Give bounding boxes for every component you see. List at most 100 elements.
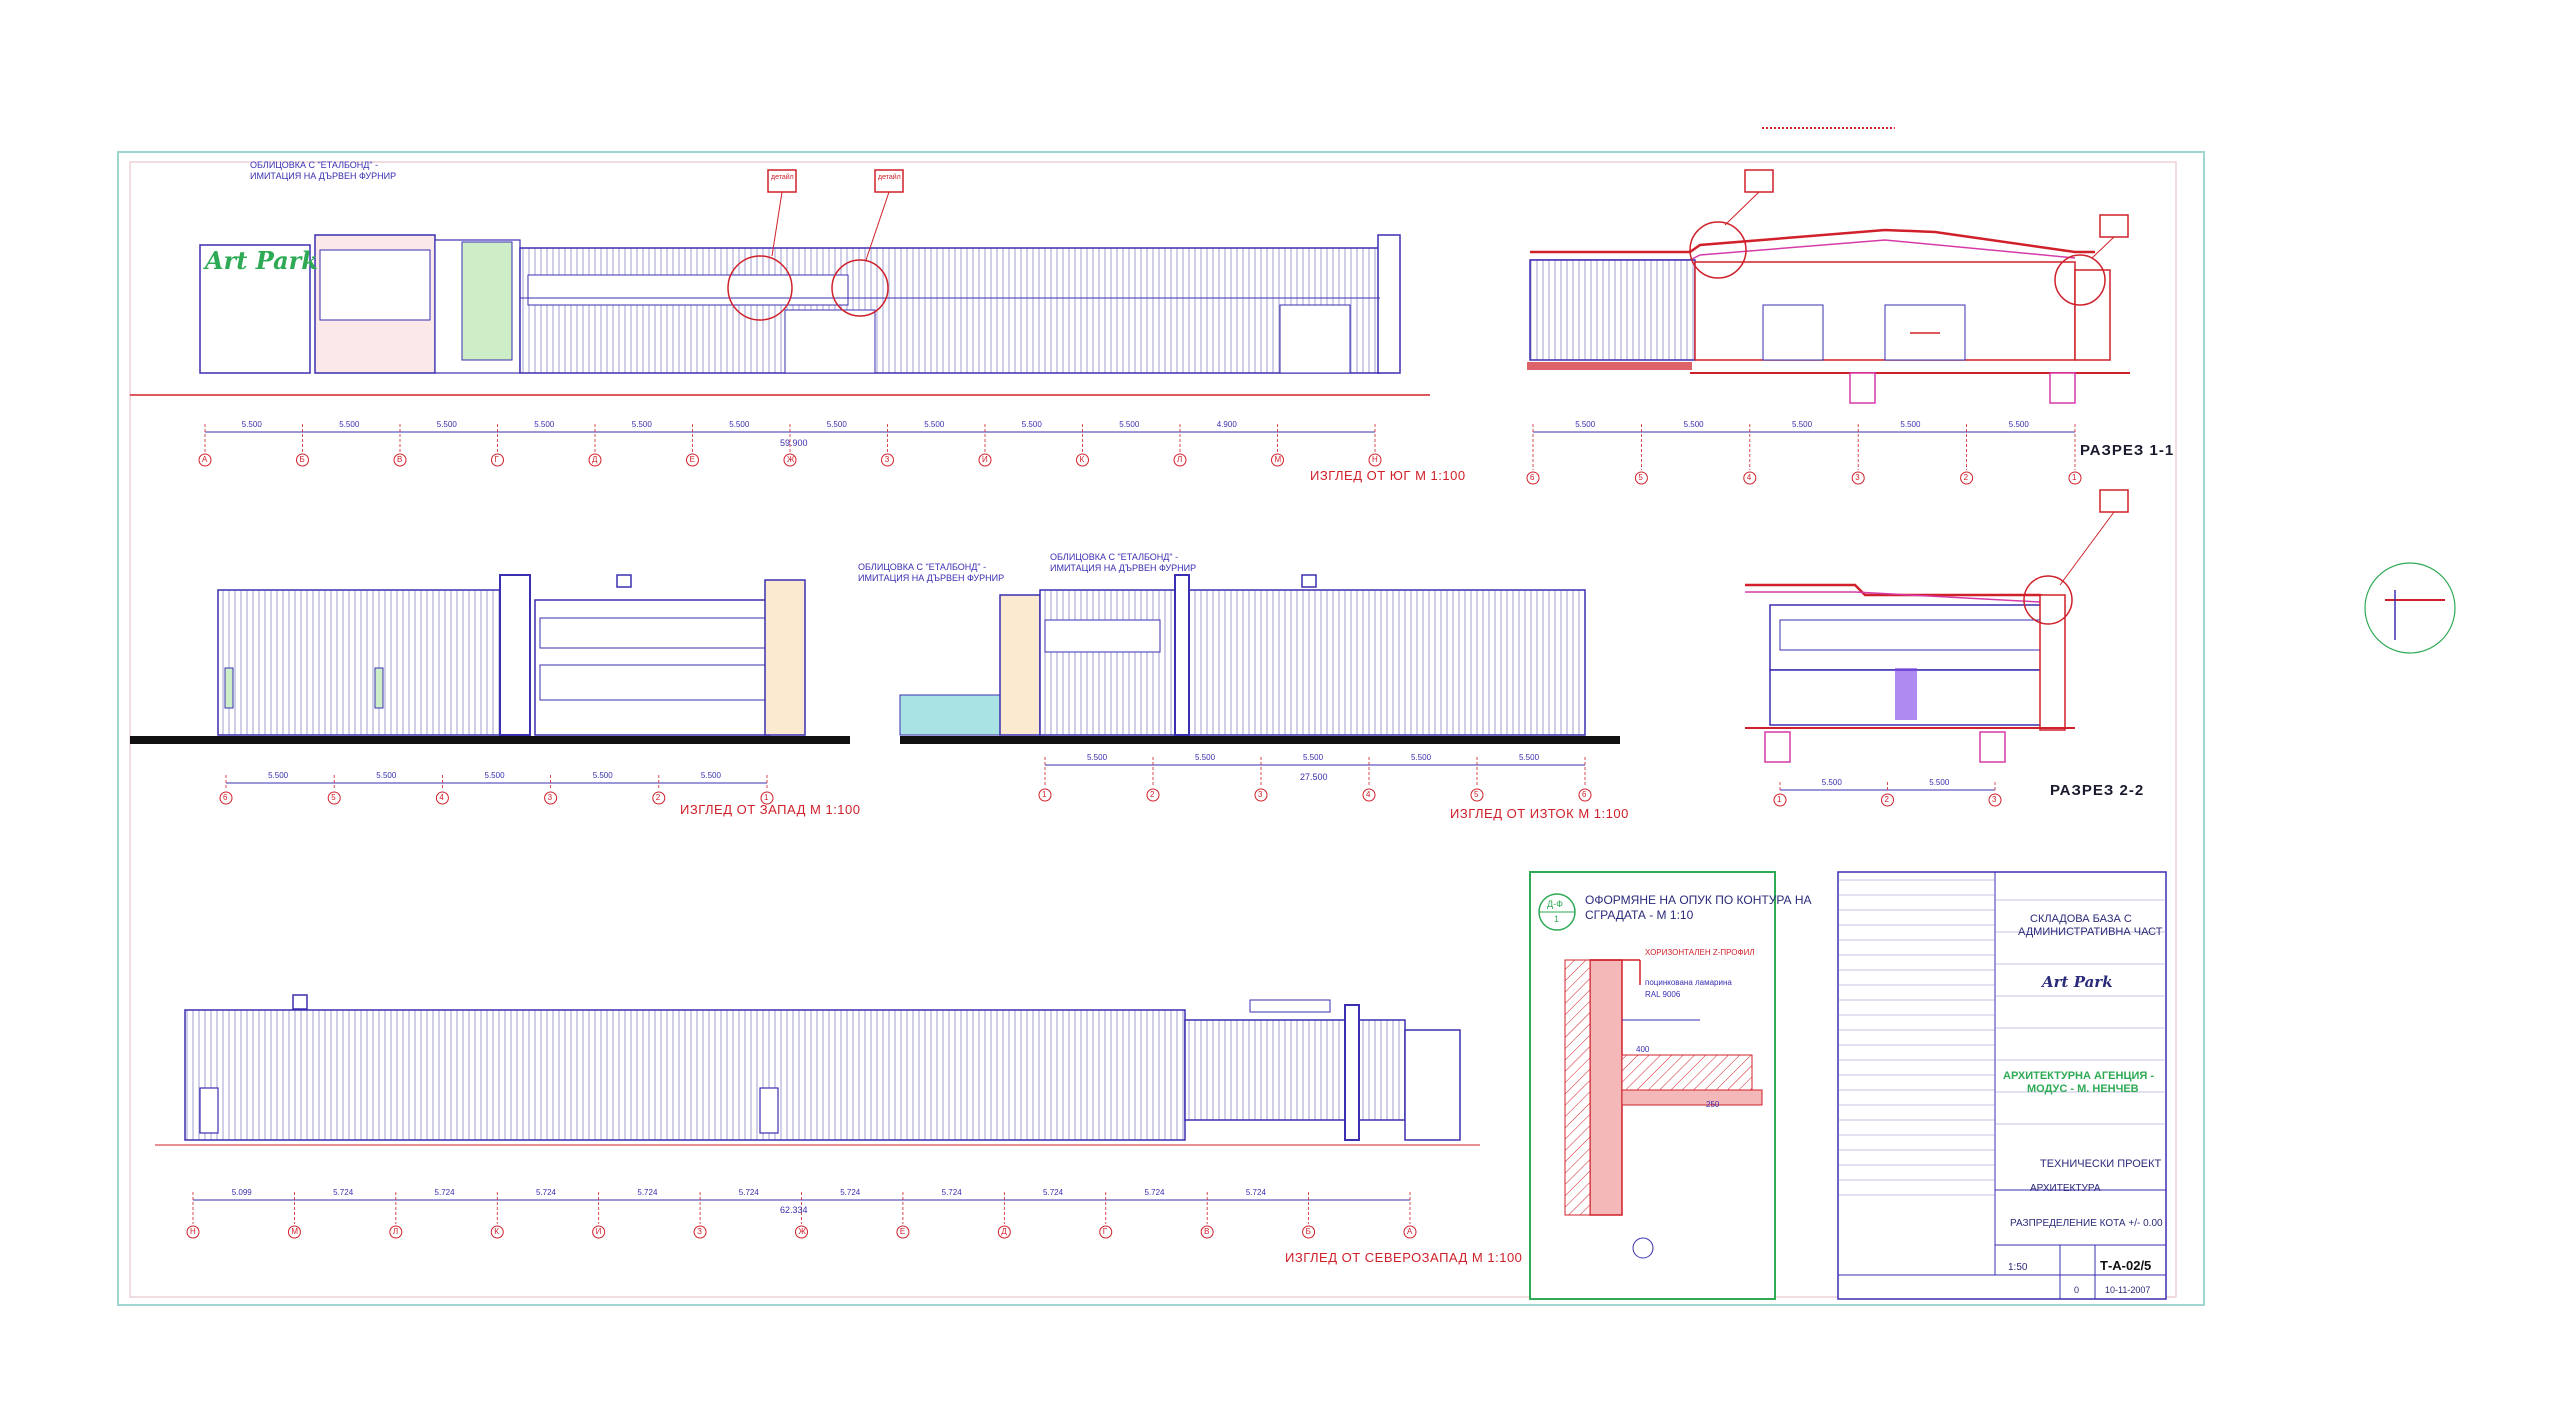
sec11-axis-label: 2 [1963,473,1969,482]
south-axis-label: К [1079,455,1085,464]
south-axis-label: А [202,455,208,464]
west-axis-label: 6 [223,793,228,802]
sec11-axis-label: 6 [1530,473,1535,482]
tb-sheet: Т-А-02/5 [2100,1258,2152,1273]
south-axis-label: З [884,455,890,464]
tb-drawing: РАЗПРЕДЕЛЕНИЕ КОТА +/- 0.00 [2010,1218,2163,1229]
nw-axis-label: Д [1001,1227,1007,1236]
east-dim-label: 5.500 [1087,753,1108,762]
nw-axis-label: Г [1102,1227,1108,1236]
south-axis-label: Е [689,455,695,464]
drawing-sheet [117,127,2456,1306]
sec11-axis-label: 5 [1638,473,1643,482]
east-axis-label: 5 [1474,790,1479,799]
nw-dim-label: 5.724 [840,1188,861,1197]
detail-dim-2: 250 [1706,1100,1720,1109]
sec11-axis-label: 4 [1746,473,1752,482]
east-axis-label: 4 [1366,790,1371,799]
south-dim-label: 5.500 [729,420,750,429]
tb-date: 10-11-2007 [2105,1285,2151,1295]
south-axis-label: Д [592,455,598,464]
south-dim-label: 5.500 [241,420,262,429]
detail-dim-1: 400 [1636,1045,1650,1054]
east-axis-label: 6 [1582,790,1587,799]
west-axis-label: 2 [655,793,661,802]
south-axis-label: И [982,455,988,464]
south-dim-label: 5.500 [1119,420,1140,429]
south-axis-label: Ж [787,455,795,464]
south-detail-b: детайл [878,174,901,181]
south-axis-label: Б [299,455,305,464]
detail-note-3: RAL 9006 [1645,990,1681,999]
sec22-axis-label: 1 [1777,795,1782,804]
west-dim-label: 5.500 [700,771,721,780]
south-axis-label: Г [494,455,499,464]
south-dim-label: 5.500 [534,420,555,429]
south-elevation-title: ИЗГЛЕД ОТ ЮГ М 1:100 [1310,468,1466,483]
nw-axis-label: А [1407,1227,1413,1236]
south-axis-label: В [397,455,403,464]
south-dim-label: 4.900 [1216,420,1237,429]
sec11-dim-label: 5.500 [1900,420,1921,429]
west-cladding-note-1: ОБЛИЦОВКА С "ЕТАЛБОНД" - [858,562,987,572]
detail-note-1: ХОРИЗОНТАЛЕН Z-ПРОФИЛ [1645,948,1755,957]
south-cladding-note-2: ИМИТАЦИЯ НА ДЪРВЕН ФУРНИР [250,171,397,181]
west-axis-label: 4 [439,793,444,802]
west-dim-label: 5.500 [592,771,613,780]
sec11-dim-label: 5.500 [2008,420,2029,429]
nw-dim-label: 5.724 [333,1188,354,1197]
northwest-elevation [155,994,1480,1239]
nw-dim-label: 5.724 [637,1188,658,1197]
west-dim-label: 5.500 [268,771,289,780]
nw-dim-label: 5.724 [1245,1188,1266,1197]
callout-detail-right [2364,562,2456,654]
nw-dim-label: 5.724 [1043,1188,1064,1197]
south-dim-label: 5.500 [436,420,457,429]
west-axis-label: 3 [547,793,553,802]
section-2-2 [1745,489,2129,807]
detail-box [1529,871,1776,1300]
sec11-axis-label: 1 [2072,473,2077,482]
nw-dim-label: 5.724 [738,1188,759,1197]
nw-dim-label: 5.724 [535,1188,556,1197]
south-axis-label: М [1274,455,1282,464]
east-elevation [899,574,1620,802]
east-dim-label: 5.500 [1195,753,1216,762]
nw-axis-label: И [595,1227,602,1236]
west-elevation [130,574,850,805]
detail-title-1: ОФОРМЯНЕ НА ОПУК ПО КОНТУРА НА [1585,893,1812,907]
tb-rev: 0 [2074,1285,2080,1295]
sec22-dim-label: 5.500 [1821,778,1842,787]
detail-tag: Д-Ф [1547,899,1563,909]
east-cladding-note-1: ОБЛИЦОВКА С "ЕТАЛБОНД" - [1050,552,1179,562]
nw-axis-label: Н [190,1227,196,1236]
nw-axis-label: З [697,1227,702,1236]
detail-num: 1 [1554,914,1560,924]
south-axis-label: Н [1372,455,1378,464]
south-detail-a: детайл [771,174,794,181]
east-axis-label: 2 [1150,790,1155,799]
sec11-axis-label: 3 [1855,473,1860,482]
tb-agency-1: АРХИТЕКТУРНА АГЕНЦИЯ - [2003,1070,2155,1082]
sec22-axis-label: 3 [1992,795,1997,804]
west-dim-label: 5.500 [376,771,397,780]
east-dim-label: 5.500 [1303,753,1324,762]
tb-scale: 1:50 [2008,1262,2028,1273]
section-2-2-title: РАЗРЕЗ 2-2 [2050,782,2145,799]
section-1-1-title: РАЗРЕЗ 1-1 [2080,442,2175,459]
tb-part: АРХИТЕКТУРА [2030,1183,2101,1194]
south-axis-label: Л [1177,455,1183,464]
west-dim-label: 5.500 [484,771,505,780]
detail-title-2: СГРАДАТА - М 1:10 [1585,908,1694,922]
tb-agency-2: МОДУС - М. НЕНЧЕВ [2027,1083,2139,1095]
east-cladding-note-2: ИМИТАЦИЯ НА ДЪРВЕН ФУРНИР [1050,563,1197,573]
south-dim-label: 5.500 [631,420,652,429]
east-dim-label: 5.500 [1411,753,1432,762]
logo-art-park: Art Park [205,246,318,275]
tb-logo: Art Park [2042,973,2113,991]
east-axis-label: 1 [1042,790,1047,799]
nw-axis-label: Е [899,1227,906,1236]
nw-dim-label: 5.724 [941,1188,962,1197]
east-total-dim: 27.500 [1300,772,1328,782]
nw-dim-label: 5.099 [231,1188,252,1197]
